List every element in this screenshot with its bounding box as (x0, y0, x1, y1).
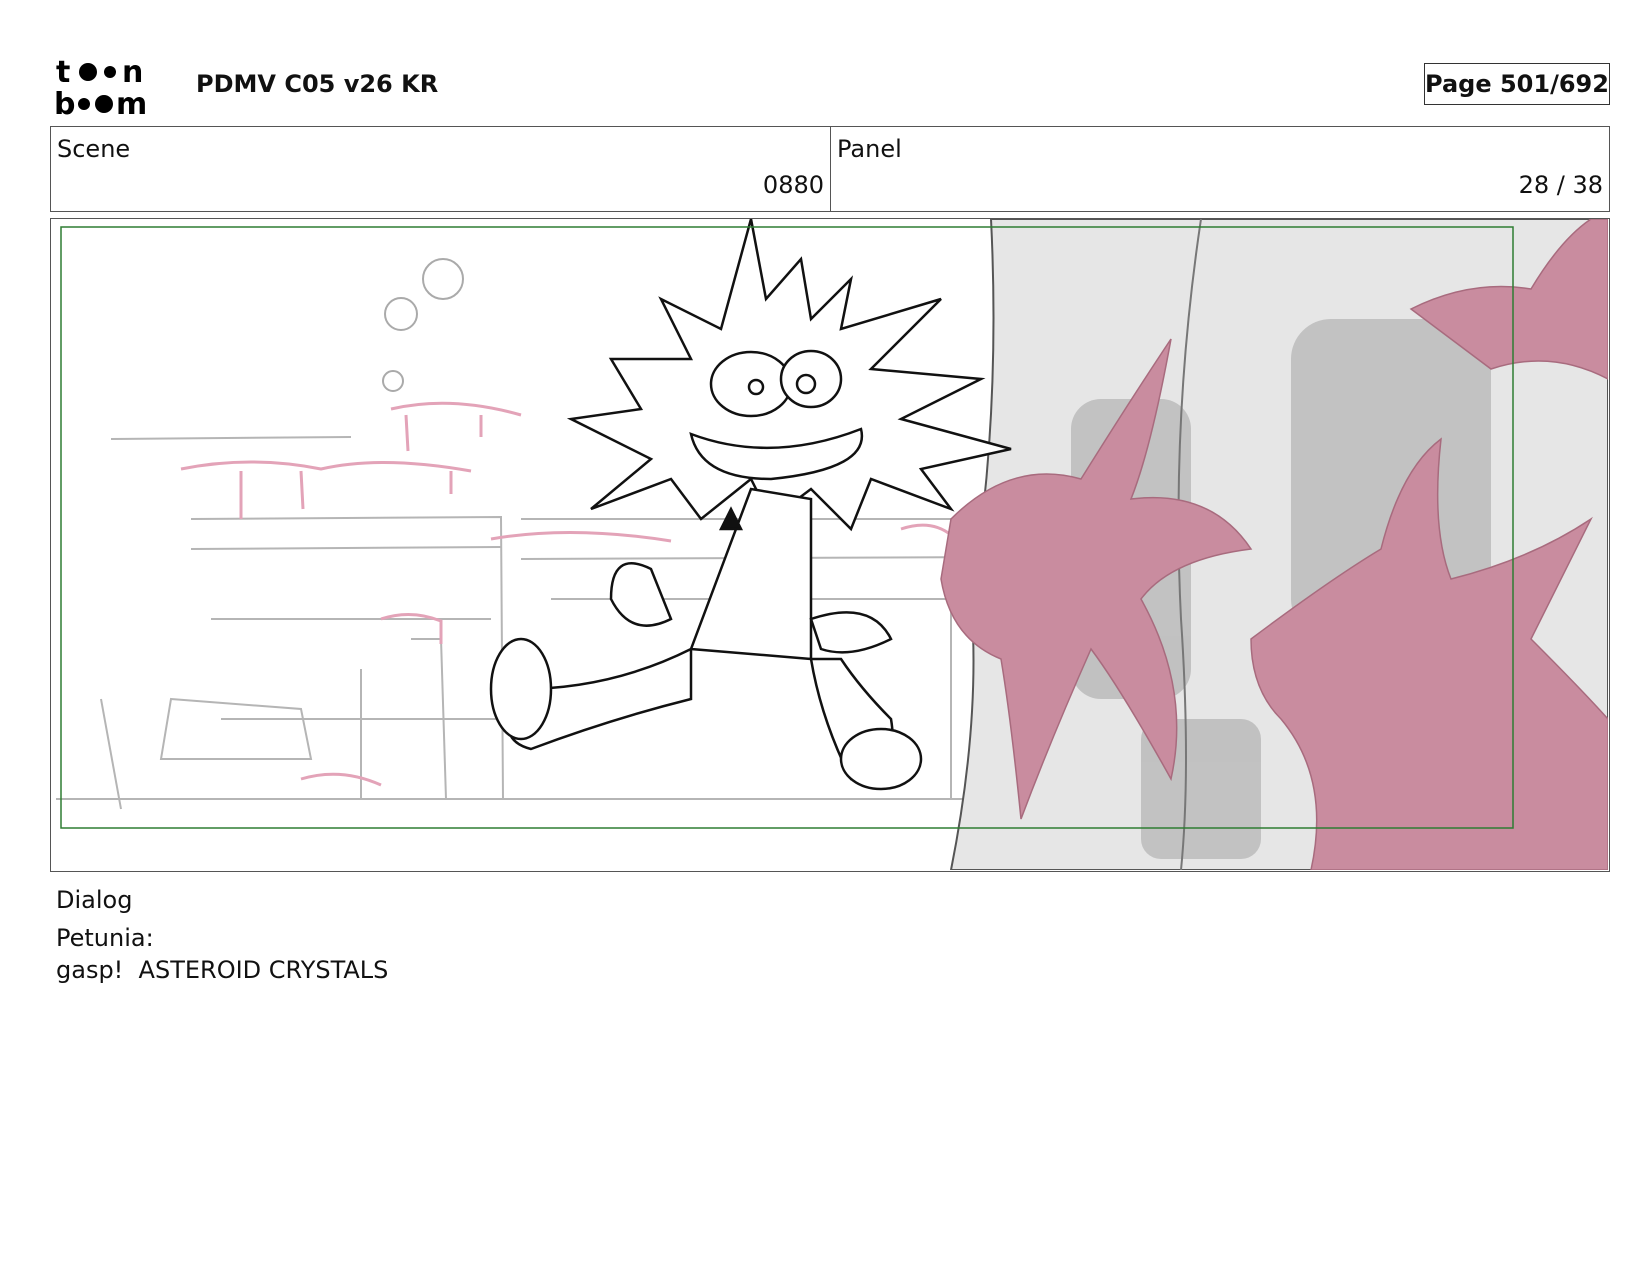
storyboard-panel (50, 218, 1610, 872)
character-sketch (489, 219, 1012, 791)
document-title: PDMV C05 v26 KR (196, 70, 439, 98)
svg-text:n: n (122, 55, 143, 90)
panel-label: Panel (837, 135, 902, 163)
dialog-speaker: Petunia: (56, 924, 154, 952)
svg-text:t: t (56, 55, 70, 90)
scene-panel-info: Scene 0880 Panel 28 / 38 (50, 126, 1610, 212)
panel-number: 28 / 38 (1518, 171, 1603, 199)
scene-cell: Scene 0880 (51, 127, 831, 211)
dialog-line: gasp! ASTEROID CRYSTALS (56, 956, 389, 984)
svg-text:b: b (54, 87, 75, 118)
scene-label: Scene (57, 135, 131, 163)
dialog-label: Dialog (56, 886, 133, 914)
panel-sketch-image (56, 219, 1608, 870)
panel-cell: Panel 28 / 38 (831, 127, 1609, 211)
toon-boom-logo-icon: t n b m (54, 55, 147, 118)
svg-text:m: m (116, 87, 147, 118)
page-indicator: Page 501/692 (1424, 63, 1610, 105)
scene-number: 0880 (762, 171, 824, 199)
